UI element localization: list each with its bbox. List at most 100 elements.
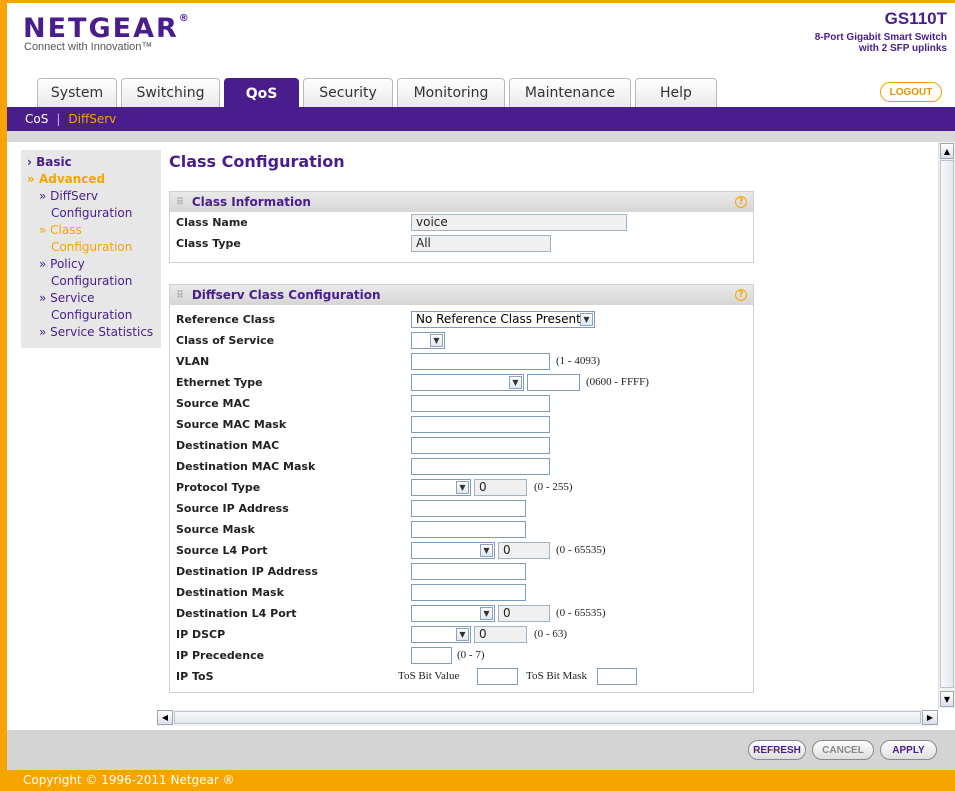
ip-dscp-label: IP DSCP [176, 628, 226, 641]
chevron-down-icon: ▼ [456, 481, 469, 494]
source-mask-label: Source Mask [176, 523, 255, 536]
ip-tos-label: IP ToS [176, 670, 214, 683]
class-name-field: voice [411, 214, 627, 231]
source-mac-label: Source MAC [176, 397, 251, 410]
tos-bit-mask-label: ToS Bit Mask [526, 670, 587, 682]
subnav-cos[interactable]: CoS [25, 112, 48, 126]
destination-mac-mask-label: Destination MAC Mask [176, 460, 316, 473]
destination-mask-input[interactable] [411, 584, 526, 601]
tab-system[interactable]: System [37, 78, 117, 107]
tab-qos[interactable]: QoS [224, 78, 299, 108]
subnav-diffserv[interactable]: DiffServ [68, 112, 116, 126]
destination-l4-port-range: (0 - 65535) [556, 607, 606, 619]
scroll-down-icon[interactable]: ▼ [940, 691, 954, 707]
destination-l4-port-row: Destination L4 Port ▼ 0 (0 - 65535) [170, 603, 753, 624]
content-area: Class Configuration ⠿ Class Information … [169, 142, 937, 707]
destination-l4-port-input[interactable]: 0 [498, 605, 550, 622]
scroll-right-icon[interactable]: ▶ [922, 710, 938, 725]
reference-class-select[interactable]: No Reference Class Present ▼ [411, 311, 595, 328]
source-l4-port-input[interactable]: 0 [498, 542, 550, 559]
source-mac-mask-input[interactable] [411, 416, 550, 433]
destination-ip-label: Destination IP Address [176, 565, 318, 578]
tos-bit-value-label: ToS Bit Value [398, 670, 460, 682]
destination-l4-port-select[interactable]: ▼ [411, 605, 495, 622]
main-tabs: System Switching QoS Security Monitoring… [37, 78, 721, 108]
action-bar: REFRESH CANCEL APPLY [7, 730, 955, 770]
class-type-field: All [411, 235, 551, 252]
ethernet-type-range: (0600 - FFFF) [586, 376, 649, 388]
chevron-down-icon: ▼ [480, 607, 493, 620]
ip-dscp-input[interactable]: 0 [474, 626, 527, 643]
tab-help[interactable]: Help [635, 78, 717, 107]
source-l4-port-select[interactable]: ▼ [411, 542, 495, 559]
refresh-button[interactable]: REFRESH [748, 740, 806, 760]
tos-bit-value-input[interactable] [477, 668, 518, 685]
sidebar-item-basic[interactable]: › Basic [21, 154, 161, 171]
source-ip-row: Source IP Address [170, 498, 753, 519]
tab-switching[interactable]: Switching [121, 78, 220, 107]
cancel-button[interactable]: CANCEL [812, 740, 874, 760]
sidebar-item-policy-configuration[interactable]: » Policy Configuration [21, 256, 161, 290]
sidebar-item-advanced[interactable]: » Advanced [21, 171, 161, 188]
scroll-up-icon[interactable]: ▲ [940, 143, 954, 159]
help-icon[interactable]: ? [735, 196, 747, 208]
tab-maintenance[interactable]: Maintenance [509, 78, 631, 107]
tos-bit-mask-input[interactable] [597, 668, 637, 685]
logout-button[interactable]: LOGOUT [880, 82, 942, 102]
source-l4-port-label: Source L4 Port [176, 544, 268, 557]
class-type-row: Class Type All [170, 233, 753, 254]
chevron-down-icon: ▼ [456, 628, 469, 641]
drag-handle-icon: ⠿ [176, 289, 184, 301]
ethernet-type-input[interactable] [527, 374, 580, 391]
source-mac-row: Source MAC [170, 393, 753, 414]
protocol-type-select[interactable]: ▼ [411, 479, 471, 496]
class-name-label: Class Name [176, 216, 248, 229]
source-l4-port-range: (0 - 65535) [556, 544, 606, 556]
sidebar-item-service-configuration[interactable]: » Service Configuration [21, 290, 161, 324]
class-of-service-select[interactable]: ▼ [411, 332, 445, 349]
scroll-left-icon[interactable]: ◀ [157, 710, 173, 725]
chevron-down-icon: ▼ [430, 334, 443, 347]
source-ip-label: Source IP Address [176, 502, 289, 515]
destination-mac-input[interactable] [411, 437, 550, 454]
vertical-scrollbar[interactable]: ▲ ▼ [938, 142, 955, 708]
class-of-service-label: Class of Service [176, 334, 275, 347]
sidebar-item-service-statistics[interactable]: » Service Statistics [21, 324, 161, 341]
destination-mac-mask-input[interactable] [411, 458, 550, 475]
protocol-type-input[interactable]: 0 [474, 479, 527, 496]
source-mask-input[interactable] [411, 521, 526, 538]
vlan-label: VLAN [176, 355, 210, 368]
source-ip-input[interactable] [411, 500, 526, 517]
source-mac-input[interactable] [411, 395, 550, 412]
ip-precedence-label: IP Precedence [176, 649, 265, 662]
ip-tos-row: IP ToS ToS Bit Value ToS Bit Mask [170, 666, 753, 687]
class-information-panel: ⠿ Class Information ? Class Name voice C… [169, 191, 754, 263]
destination-ip-input[interactable] [411, 563, 526, 580]
vertical-scroll-thumb[interactable] [940, 160, 954, 688]
sub-navigation: CoS | DiffServ [7, 107, 955, 131]
ip-precedence-input[interactable] [411, 647, 452, 664]
protocol-type-row: Protocol Type ▼ 0 (0 - 255) [170, 477, 753, 498]
sidebar: › Basic » Advanced » DiffServ Configurati… [21, 150, 161, 348]
vlan-input[interactable] [411, 353, 550, 370]
drag-handle-icon: ⠿ [176, 196, 184, 208]
diffserv-class-configuration-panel: ⠿ Diffserv Class Configuration ? Referen… [169, 284, 754, 693]
tab-monitoring[interactable]: Monitoring [397, 78, 505, 107]
sidebar-item-class-configuration[interactable]: » Class Configuration [21, 222, 161, 256]
ethernet-type-row: Ethernet Type ▼ (0600 - FFFF) [170, 372, 753, 393]
sidebar-item-diffserv-configuration[interactable]: » DiffServ Configuration [21, 188, 161, 222]
source-mac-mask-label: Source MAC Mask [176, 418, 287, 431]
reference-class-label: Reference Class [176, 313, 276, 326]
horizontal-scroll-thumb[interactable] [174, 711, 921, 724]
help-icon[interactable]: ? [735, 289, 747, 301]
ip-dscp-select[interactable]: ▼ [411, 626, 471, 643]
netgear-logo: NETGEAR® [23, 13, 191, 44]
ip-dscp-row: IP DSCP ▼ 0 (0 - 63) [170, 624, 753, 645]
ethernet-type-select[interactable]: ▼ [411, 374, 524, 391]
ip-dscp-range: (0 - 63) [534, 628, 567, 640]
page-title: Class Configuration [169, 152, 345, 171]
tab-security[interactable]: Security [303, 78, 393, 107]
apply-button[interactable]: APPLY [880, 740, 937, 760]
horizontal-scrollbar[interactable]: ◀ ▶ [157, 710, 938, 726]
chevron-down-icon: ▼ [509, 376, 522, 389]
